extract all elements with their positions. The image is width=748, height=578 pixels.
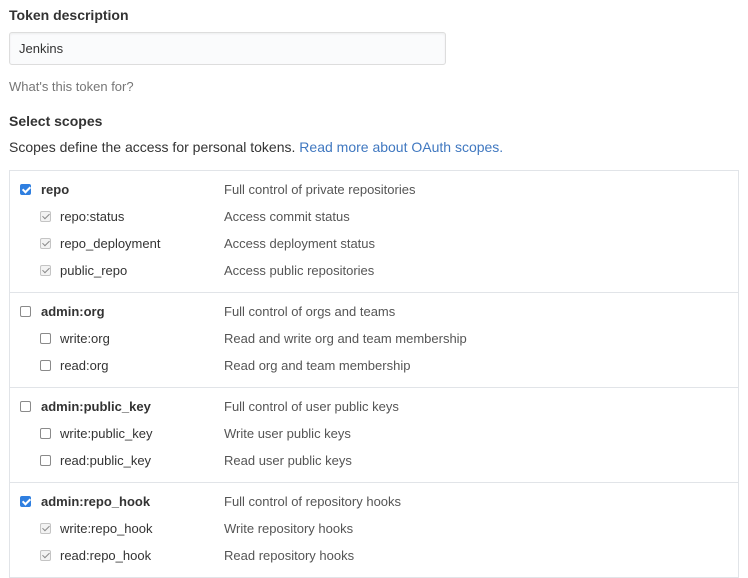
- scope-child-row[interactable]: repo_deployment Access deployment status: [10, 231, 738, 258]
- scope-description: Full control of orgs and teams: [224, 304, 396, 319]
- scope-child-row[interactable]: read:org Read org and team membership: [10, 353, 738, 380]
- scope-parent-row[interactable]: admin:org Full control of orgs and teams: [10, 299, 738, 326]
- sub-scope-name: public_repo: [60, 263, 128, 278]
- scope-child-row[interactable]: write:repo_hook Write repository hooks: [10, 516, 738, 543]
- scope-description: Full control of repository hooks: [224, 494, 402, 509]
- scope-checkbox[interactable]: [20, 184, 31, 195]
- scope-group: admin:repo_hook Full control of repositor…: [10, 483, 738, 578]
- sub-scope-description: Read and write org and team membership: [224, 331, 467, 346]
- scope-name: admin:org: [41, 304, 105, 319]
- scope-child-row[interactable]: public_repo Access public repositories: [10, 258, 738, 285]
- scope-child-row[interactable]: repo:status Access commit status: [10, 204, 738, 231]
- scopes-description-text: Scopes define the access for personal to…: [9, 139, 296, 155]
- sub-scope-name: repo_deployment: [60, 236, 161, 251]
- sub-scope-description: Read user public keys: [224, 453, 352, 468]
- scope-name: admin:public_key: [41, 399, 151, 414]
- sub-scope-checkbox[interactable]: [40, 523, 51, 534]
- scope-group: repo Full control of private repositories…: [10, 171, 738, 293]
- token-description-hint: What's this token for?: [9, 79, 134, 94]
- sub-scope-checkbox[interactable]: [40, 550, 51, 561]
- scope-checkbox[interactable]: [20, 306, 31, 317]
- scope-parent-row[interactable]: admin:public_key Full control of user pub…: [10, 394, 738, 421]
- sub-scope-description: Read repository hooks: [224, 548, 355, 563]
- sub-scope-description: Access commit status: [224, 209, 350, 224]
- sub-scope-name: write:repo_hook: [60, 521, 153, 536]
- scope-checkbox[interactable]: [20, 401, 31, 412]
- scope-child-row[interactable]: read:repo_hook Read repository hooks: [10, 543, 738, 570]
- scope-list: repo Full control of private repositories…: [9, 170, 739, 578]
- sub-scope-description: Write repository hooks: [224, 521, 354, 536]
- scope-child-row[interactable]: write:public_key Write user public keys: [10, 421, 738, 448]
- token-description-input[interactable]: [9, 32, 446, 65]
- sub-scope-description: Access deployment status: [224, 236, 376, 251]
- scope-description: Full control of user public keys: [224, 399, 399, 414]
- scope-group: admin:org Full control of orgs and teams w…: [10, 293, 738, 388]
- sub-scope-name: write:public_key: [60, 426, 153, 441]
- scope-group: admin:public_key Full control of user pub…: [10, 388, 738, 483]
- sub-scope-checkbox[interactable]: [40, 265, 51, 276]
- sub-scope-name: read:repo_hook: [60, 548, 152, 563]
- sub-scope-name: write:org: [60, 331, 110, 346]
- sub-scope-checkbox[interactable]: [40, 428, 51, 439]
- scope-child-row[interactable]: read:public_key Read user public keys: [10, 448, 738, 475]
- sub-scope-name: repo:status: [60, 209, 125, 224]
- oauth-scopes-link[interactable]: Read more about OAuth scopes.: [299, 139, 503, 155]
- sub-scope-description: Read org and team membership: [224, 358, 411, 373]
- scope-name: admin:repo_hook: [41, 494, 151, 509]
- sub-scope-description: Access public repositories: [224, 263, 375, 278]
- scope-checkbox[interactable]: [20, 496, 31, 507]
- sub-scope-name: read:org: [60, 358, 109, 373]
- scope-parent-row[interactable]: admin:repo_hook Full control of repositor…: [10, 489, 738, 516]
- scope-description: Full control of private repositories: [224, 182, 416, 197]
- sub-scope-checkbox[interactable]: [40, 211, 51, 222]
- scope-name: repo: [41, 182, 70, 197]
- select-scopes-heading: Select scopes: [9, 113, 103, 129]
- sub-scope-checkbox[interactable]: [40, 455, 51, 466]
- scope-child-row[interactable]: write:org Read and write org and team mem…: [10, 326, 738, 353]
- sub-scope-checkbox[interactable]: [40, 333, 51, 344]
- token-description-label: Token description: [9, 7, 129, 23]
- scope-parent-row[interactable]: repo Full control of private repositories: [10, 177, 738, 204]
- sub-scope-name: read:public_key: [60, 453, 152, 468]
- sub-scope-description: Write user public keys: [224, 426, 351, 441]
- sub-scope-checkbox[interactable]: [40, 360, 51, 371]
- scopes-description: Scopes define the access for personal to…: [9, 139, 503, 155]
- sub-scope-checkbox[interactable]: [40, 238, 51, 249]
